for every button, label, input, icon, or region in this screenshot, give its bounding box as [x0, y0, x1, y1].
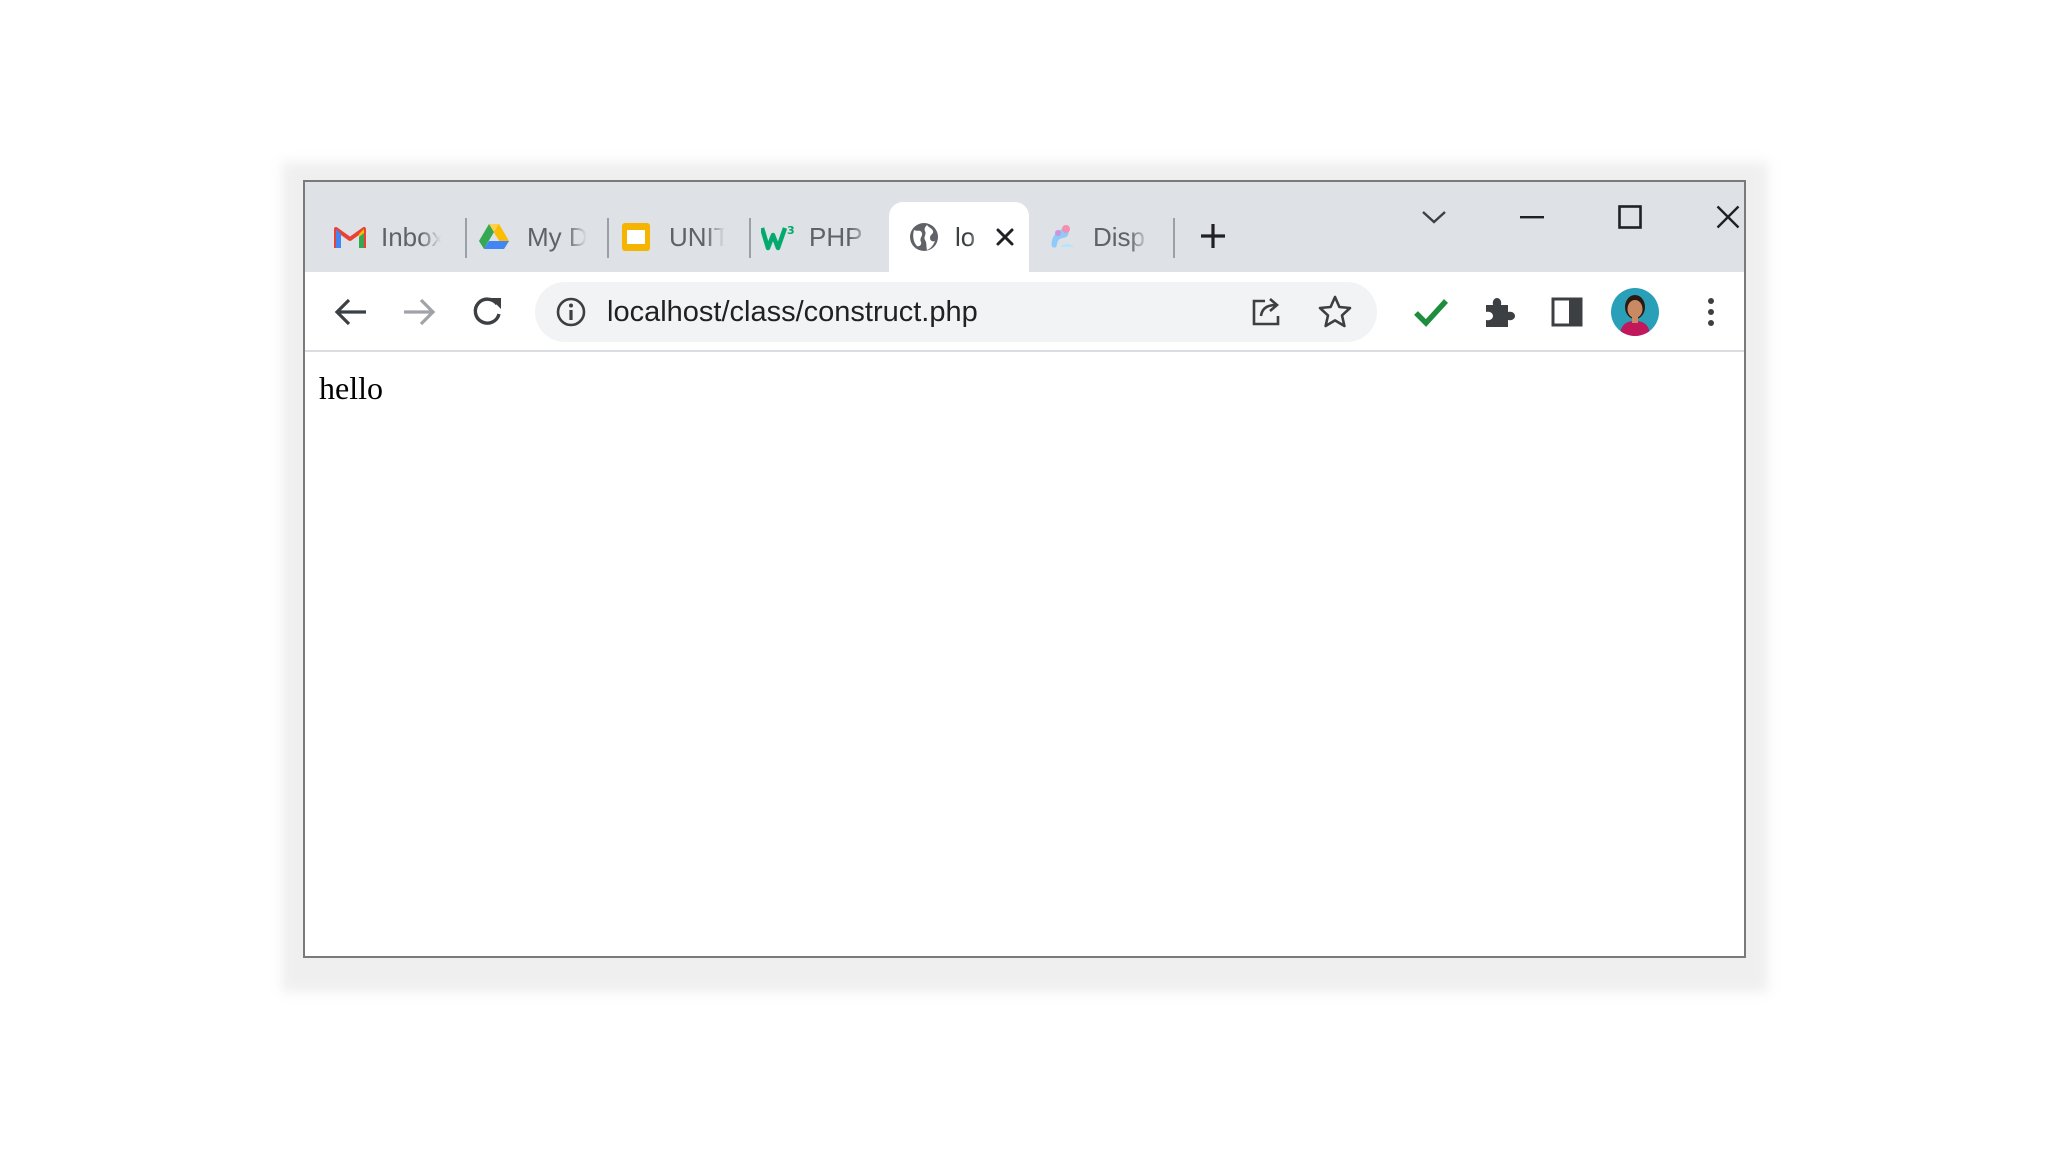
tab-separator: [749, 218, 751, 258]
extension-check-button[interactable]: [1407, 288, 1455, 336]
puzzle-piece-icon: [1486, 298, 1515, 327]
photo-app-icon: [1045, 220, 1079, 254]
extensions-button[interactable]: [1475, 288, 1523, 336]
arrow-right-icon: [404, 298, 436, 326]
menu-button[interactable]: [1687, 288, 1735, 336]
tab-label: UNIT: [669, 221, 725, 252]
tab-close-icon[interactable]: [991, 223, 1019, 251]
profile-avatar[interactable]: [1607, 284, 1663, 340]
tab-separator: [465, 218, 467, 258]
maximize-icon: [1618, 205, 1642, 229]
share-icon[interactable]: [1249, 294, 1285, 330]
page-body-text: hello: [319, 370, 383, 406]
back-button[interactable]: [327, 288, 375, 336]
google-drive-icon: [477, 220, 511, 254]
tab-label: My Drive: [527, 221, 587, 252]
browser-toolbar: localhost/class/construct.php: [305, 272, 1744, 352]
chevron-down-icon: [1422, 211, 1446, 224]
globe-icon: [907, 220, 941, 254]
tab-disp[interactable]: Disp: [1045, 202, 1163, 272]
browser-window: Inbox My Drive U: [303, 180, 1746, 958]
tab-w3schools[interactable]: 3 PHP: [761, 202, 881, 272]
close-window-button[interactable]: [1698, 192, 1744, 242]
reload-button[interactable]: [463, 288, 511, 336]
tab-label: Inbox: [381, 221, 441, 252]
address-bar[interactable]: localhost/class/construct.php: [535, 282, 1377, 342]
site-info-icon[interactable]: [555, 296, 587, 328]
tab-label: PHP: [809, 221, 863, 252]
tab-strip: Inbox My Drive U: [305, 182, 1744, 272]
tab-slides[interactable]: UNIT: [619, 202, 735, 272]
minimize-icon: [1520, 216, 1544, 219]
page-content: hello: [305, 352, 1744, 956]
google-slides-icon: [619, 220, 653, 254]
tab-active[interactable]: lo: [889, 202, 1029, 272]
tab-separator: [607, 218, 609, 258]
url-text: localhost/class/construct.php: [607, 296, 978, 328]
tab-drive[interactable]: My Drive: [477, 202, 595, 272]
kebab-menu-icon: [1708, 298, 1714, 326]
tab-separator: [1173, 218, 1175, 258]
maximize-button[interactable]: [1600, 192, 1660, 242]
avatar-icon: [1611, 288, 1659, 336]
new-tab-button[interactable]: [1191, 214, 1235, 258]
gmail-icon: [333, 220, 367, 254]
close-icon: [1716, 205, 1740, 229]
forward-button[interactable]: [395, 288, 443, 336]
tab-gmail[interactable]: Inbox: [333, 202, 451, 272]
side-panel-icon: [1551, 297, 1583, 327]
minimize-button[interactable]: [1502, 192, 1562, 242]
tab-search-button[interactable]: [1404, 192, 1464, 242]
tab-label: Disp: [1093, 221, 1146, 252]
tab-label: lo: [955, 221, 976, 252]
bookmark-star-icon[interactable]: [1317, 294, 1353, 330]
arrow-left-icon: [334, 298, 366, 326]
side-panel-button[interactable]: [1543, 288, 1591, 336]
svg-text:3: 3: [787, 224, 795, 237]
plus-icon: [1201, 224, 1225, 248]
check-icon: [1414, 299, 1448, 327]
w3schools-icon: 3: [761, 220, 795, 254]
reload-icon: [473, 297, 501, 325]
